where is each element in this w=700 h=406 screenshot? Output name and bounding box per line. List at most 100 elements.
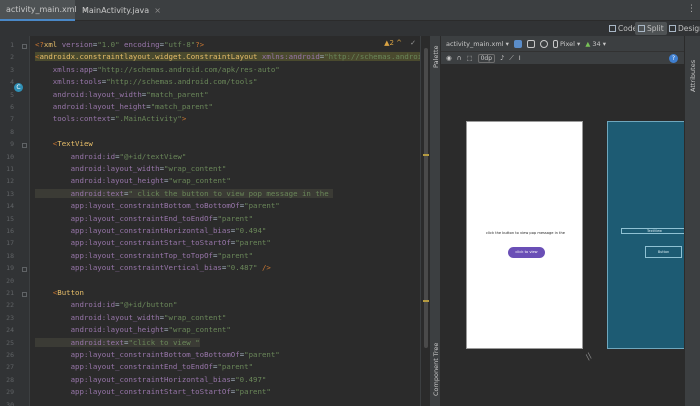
component-tree-tab[interactable]: Component Tree	[432, 343, 440, 396]
help-icon[interactable]: ?	[669, 54, 678, 63]
code-line[interactable]: <Button	[35, 287, 84, 299]
code-line[interactable]: <androidx.constraintlayout.widget.Constr…	[35, 51, 420, 63]
code-line[interactable]: app:layout_constraintTop_toTopOf="parent…	[35, 250, 253, 262]
close-icon[interactable]: ×	[154, 6, 161, 15]
editor-tab-bar: activity_main.xml × MainActivity.java × …	[0, 0, 700, 21]
design-icon	[669, 25, 676, 32]
warning-marker[interactable]	[423, 154, 429, 156]
tab-menu-icon[interactable]: ⋮	[687, 4, 696, 14]
warning-marker[interactable]	[423, 300, 429, 302]
code-token: "parent"	[217, 213, 254, 223]
fold-icon[interactable]	[22, 143, 27, 149]
line-number: 29	[6, 388, 14, 397]
attributes-tab[interactable]: Attributes	[689, 60, 697, 92]
code-token: app:layout_constraintVertical_bias	[35, 263, 222, 273]
file-selector-label: activity_main.xml	[446, 39, 504, 48]
code-token: app:layout_constraintBottom_toBottomOf	[35, 350, 240, 359]
design-view-button[interactable]: Design	[666, 22, 700, 35]
code-line[interactable]: <TextView	[35, 138, 93, 150]
warnings-indicator[interactable]: ▲2 ^	[384, 39, 402, 47]
code-token: tools:context	[35, 114, 111, 124]
line-number: 25	[6, 338, 14, 347]
code-token: android:layout_width	[35, 164, 160, 173]
code-line[interactable]: android:text=" click the button to view …	[35, 188, 334, 200]
code-token: "http://schemas.android.com/ap	[324, 52, 420, 62]
blueprint-button[interactable]: Button	[645, 246, 682, 258]
code-editor[interactable]: ▲2 ^ ✓ <?xml version="1.0" encoding="utf…	[31, 36, 420, 406]
code-line[interactable]: android:id="@+id/textView"	[35, 151, 187, 163]
code-token: "utf-8"	[164, 40, 196, 49]
guidelines-icon[interactable]: I	[519, 54, 521, 62]
infer-constraints-icon[interactable]: ⟋	[509, 54, 514, 63]
code-line[interactable]: tools:context=".MainActivity">	[35, 113, 187, 125]
code-line[interactable]: app:layout_constraintStart_toStartOf="pa…	[35, 237, 271, 249]
code-line[interactable]: <?xml version="1.0" encoding="utf-8"?>	[35, 39, 204, 51]
margin-icon[interactable]: ⬚	[466, 54, 472, 62]
layers-icon[interactable]	[513, 39, 522, 48]
code-token: android:layout_width	[35, 89, 142, 99]
split-label: Split	[647, 24, 664, 33]
code-token: " click the button to view pop message i…	[128, 188, 334, 198]
palette-tab[interactable]: Palette	[432, 45, 440, 68]
night-mode-icon[interactable]	[539, 39, 548, 48]
fold-icon[interactable]	[22, 267, 27, 273]
default-margin-field[interactable]: 0dp	[477, 53, 496, 63]
code-token: android:layout_width	[35, 312, 160, 322]
clear-constraints-icon[interactable]: ♪	[500, 54, 504, 62]
split-view-button[interactable]: Split	[635, 22, 667, 35]
resize-handle-icon[interactable]: //	[584, 351, 594, 361]
blueprint-textview[interactable]: TextView	[621, 228, 688, 234]
code-line[interactable]: android:layout_height="wrap_content"	[35, 175, 231, 187]
code-token: android:id	[35, 151, 116, 161]
fold-icon[interactable]	[22, 44, 27, 49]
device-selector[interactable]: Pixel ▾	[552, 39, 580, 48]
code-line[interactable]: android:layout_height="wrap_content"	[35, 324, 231, 336]
code-line[interactable]: app:layout_constraintHorizontal_bias="0.…	[35, 374, 267, 386]
blueprint-preview-screen[interactable]: TextView Button	[607, 121, 688, 349]
code-token: >	[181, 114, 187, 124]
preview-textview[interactable]: click the button to view pop message in …	[467, 231, 584, 235]
device-label: Pixel	[559, 39, 575, 48]
line-number: 27	[6, 363, 14, 372]
code-line[interactable]: xmlns:tools="http://schemas.android.com/…	[35, 76, 258, 88]
scrollbar-thumb[interactable]	[424, 48, 428, 348]
api-label: 34	[592, 39, 601, 48]
editor-scrollbar[interactable]	[420, 36, 430, 406]
code-line[interactable]: app:layout_constraintEnd_toEndOf="parent…	[35, 361, 253, 373]
design-preview-screen[interactable]: click the button to view pop message in …	[466, 121, 583, 349]
fold-icon[interactable]	[22, 292, 27, 297]
code-line[interactable]: app:layout_constraintHorizontal_bias="0.…	[35, 225, 267, 237]
code-line[interactable]: android:layout_width="match_parent"	[35, 89, 209, 101]
tab-label: MainActivity.java	[82, 6, 150, 15]
line-number: 6	[10, 103, 14, 111]
code-line[interactable]: android:layout_width="wrap_content"	[35, 163, 227, 175]
code-token: "parent"	[244, 350, 280, 359]
code-token: "@+id/textView"	[119, 151, 187, 161]
code-line[interactable]: android:layout_height="match_parent"	[35, 101, 213, 113]
code-line[interactable]: android:text="click to view "	[35, 337, 200, 349]
code-token: xmlns:app	[35, 64, 93, 74]
code-line[interactable]: android:layout_width="wrap_content"	[35, 312, 227, 324]
tab-mainactivity-java[interactable]: MainActivity.java ×	[76, 0, 161, 21]
api-selector[interactable]: ▲ 34 ▾	[585, 40, 606, 48]
magnet-icon[interactable]: ∩	[457, 54, 462, 62]
line-number: 12	[6, 177, 14, 186]
code-line[interactable]: app:layout_constraintBottom_toBottomOf="…	[35, 349, 280, 361]
code-line[interactable]: android:id="@+id/button"	[35, 299, 178, 311]
code-line[interactable]: app:layout_constraintBottom_toBottomOf="…	[35, 200, 280, 212]
file-selector[interactable]: activity_main.xml ▾	[446, 40, 509, 48]
line-number: 24	[6, 326, 14, 335]
code-line[interactable]: app:layout_constraintStart_toStartOf="pa…	[35, 386, 271, 398]
preview-button[interactable]: click to view	[508, 247, 545, 258]
code-line[interactable]: app:layout_constraintEnd_toEndOf="parent…	[35, 213, 253, 225]
code-line[interactable]: xmlns:app="http://schemas.android.com/ap…	[35, 64, 280, 76]
eye-icon[interactable]: ◉	[446, 54, 452, 62]
code-token: <	[35, 139, 58, 149]
inspection-status-icon[interactable]: ✓	[410, 39, 416, 47]
line-number: 17	[6, 239, 14, 248]
code-token: ?>	[195, 40, 205, 49]
orientation-icon[interactable]	[526, 39, 535, 48]
code-line[interactable]: app:layout_constraintVertical_bias="0.48…	[35, 262, 271, 274]
layout-class-icon[interactable]: C	[14, 83, 23, 92]
tab-activity-main-xml[interactable]: activity_main.xml ×	[0, 0, 88, 21]
